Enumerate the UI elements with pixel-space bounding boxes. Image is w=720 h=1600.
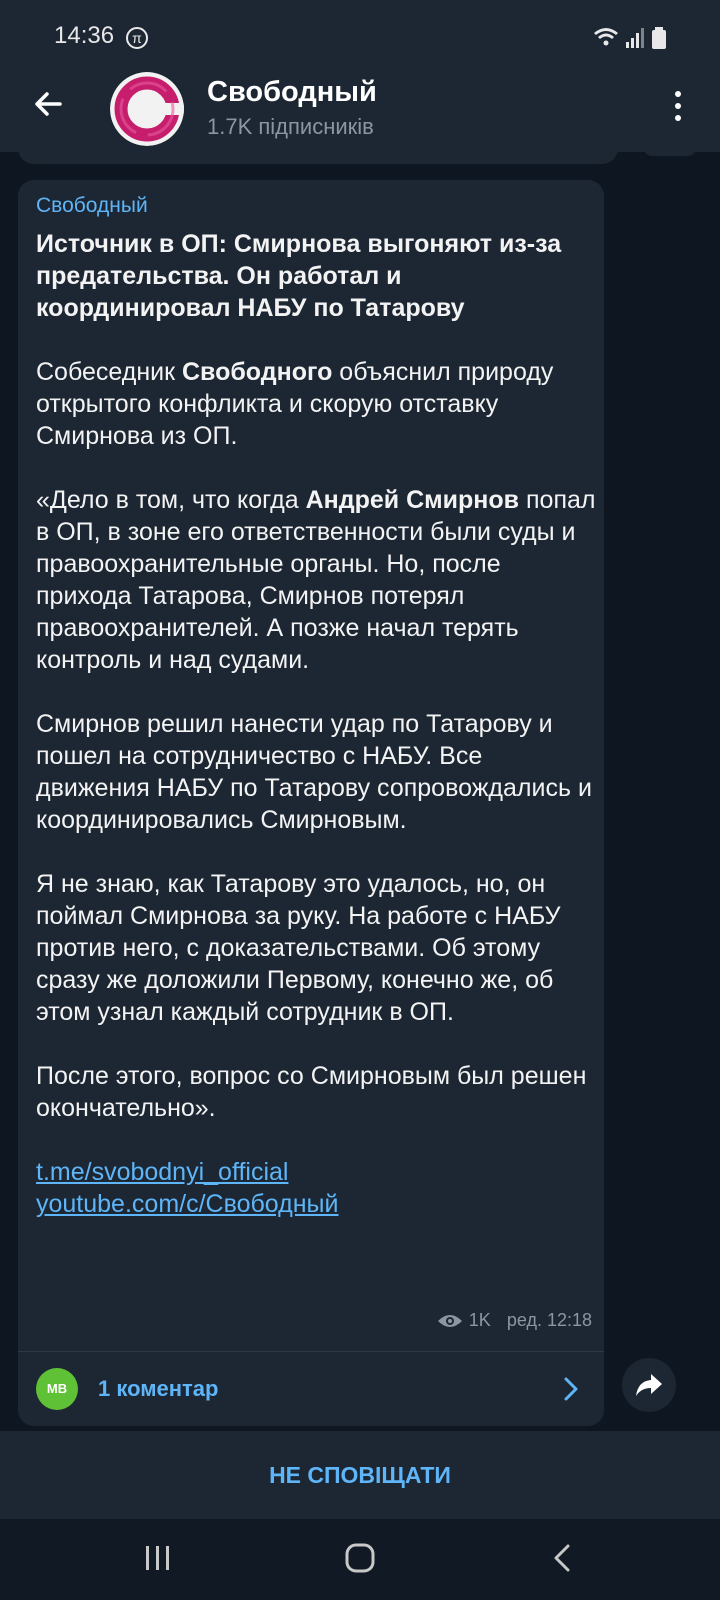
paragraph-1: Собеседник Свободного объяснил природу о… [36,358,554,450]
message-author[interactable]: Свободный [36,194,148,218]
edited-time: ред. 12:18 [506,1310,592,1330]
commenter-avatar: МВ [36,1368,78,1410]
message-bubble[interactable]: Свободный Источник в ОП: Смирнова выгоня… [18,180,604,1426]
message-headline: Источник в ОП: Смирнова выгоняют из-за п… [36,230,562,322]
message-text: Источник в ОП: Смирнова выгоняют из-за п… [36,228,596,1220]
eye-icon [437,1314,462,1327]
system-nav-bar [0,1519,720,1600]
signal-icon [626,28,644,48]
notification-pi-icon: π [126,27,148,49]
battery-icon [652,27,666,49]
paragraph-5: После этого, вопрос со Смирновым был реш… [36,1062,587,1122]
recent-apps-icon[interactable] [144,1544,172,1572]
view-count: 1K [468,1310,491,1330]
status-bar: 14:36 π [0,0,720,58]
share-arrow-icon [636,1374,662,1396]
subscriber-count: 1.7K підписників [207,114,374,139]
home-icon[interactable] [344,1542,376,1574]
chevron-right-icon[interactable] [562,1376,580,1402]
previous-message-edge [18,148,618,164]
channel-header: Свободный 1.7K підписників [0,58,720,152]
youtube-link[interactable]: youtube.com/c/Свободный [36,1188,596,1220]
bottom-action-bar: НЕ СПОВІЩАТИ [0,1431,720,1519]
message-meta: 1K ред. 12:18 [437,1310,592,1331]
system-back-icon[interactable] [550,1543,574,1573]
mute-notifications-button[interactable]: НЕ СПОВІЩАТИ [0,1431,720,1519]
telegram-link[interactable]: t.me/svobodnyi_official [36,1156,596,1188]
channel-avatar[interactable] [110,72,184,146]
previous-share-edge [644,148,696,156]
channel-title[interactable]: Свободный [207,76,377,109]
arrow-left-icon[interactable] [30,86,66,122]
status-icons [594,27,666,49]
paragraph-2: «Дело в том, что когда Андрей Смирнов по… [36,486,596,674]
paragraph-4: Я не знаю, как Татарову это удалось, но,… [36,870,561,1026]
more-vertical-icon[interactable] [668,88,688,124]
wifi-icon [594,28,618,46]
paragraph-3: Смирнов решил нанести удар по Татарову и… [36,710,592,834]
share-button[interactable] [622,1358,676,1412]
comments-count-label[interactable]: 1 коментар [98,1376,218,1402]
status-time: 14:36 [54,22,115,49]
comments-button[interactable]: МВ 1 коментар [18,1352,604,1426]
